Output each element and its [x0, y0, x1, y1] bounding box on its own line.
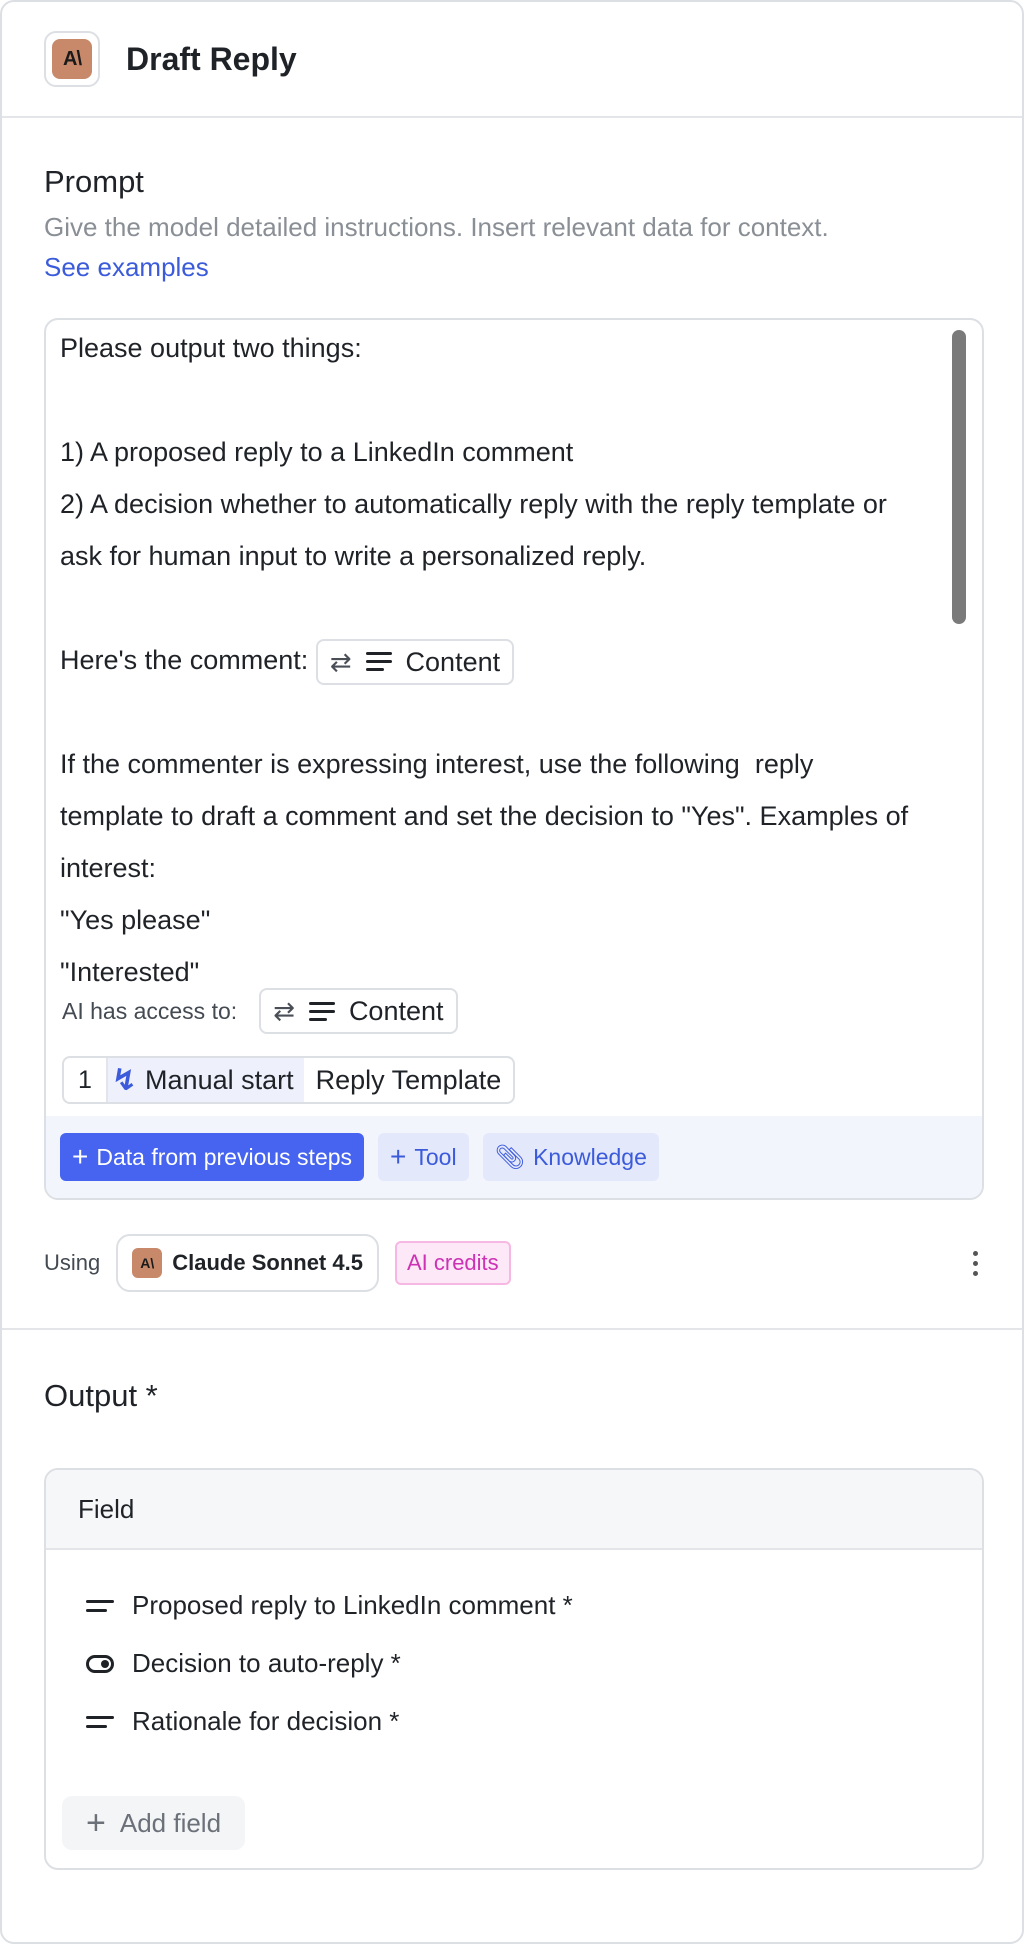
model-name: Claude Sonnet 4.5	[172, 1250, 363, 1275]
comment-label: Here's the comment:	[60, 645, 316, 675]
manual-start-row: 1 ↯ Manual start Reply Template	[62, 1056, 516, 1104]
comment-variable-chip[interactable]: ⇄ Content	[315, 638, 515, 685]
step-number: 1	[64, 1058, 108, 1102]
field-label: Decision to auto-reply *	[132, 1648, 401, 1678]
knowledge-button[interactable]: 📎︎ Knowledge	[482, 1133, 659, 1181]
using-label: Using	[44, 1250, 101, 1275]
prompt-line: 1) A proposed reply to a LinkedIn commen…	[60, 437, 574, 467]
prompt-line: interest:	[60, 853, 157, 883]
prompt-line: 2) A decision whether to automatically r…	[60, 489, 887, 519]
prompt-editor[interactable]: Please output two things: 1) A proposed …	[44, 318, 984, 1200]
editor-scrollbar[interactable]	[952, 330, 966, 624]
prompt-line	[60, 582, 960, 634]
prompt-text-area[interactable]: Please output two things: 1) A proposed …	[60, 322, 960, 990]
see-examples-link[interactable]: See examples	[44, 252, 209, 283]
model-selector[interactable]: A\ Claude Sonnet 4.5	[116, 1234, 379, 1292]
manual-start-step: ↯ Manual start	[107, 1058, 304, 1102]
text-field-icon	[86, 1599, 114, 1612]
prompt-line: ask for human input to write a personali…	[60, 541, 647, 571]
prompt-section: Prompt Give the model detailed instructi…	[2, 118, 1022, 1330]
text-field-icon	[86, 1715, 114, 1728]
add-field-button[interactable]: + Add field	[62, 1796, 246, 1850]
repeat-icon: ⇄	[329, 646, 352, 677]
prompt-line: template to draft a comment and set the …	[60, 801, 909, 831]
ai-credits-badge: AI credits	[394, 1241, 511, 1285]
prompt-line	[60, 374, 960, 426]
app-icon: A\	[44, 31, 100, 87]
ai-access-label: AI has access to:	[62, 997, 238, 1024]
comment-chip-label: Content	[405, 646, 501, 677]
knowledge-button-label: Knowledge	[533, 1143, 647, 1170]
manual-start-label: Manual start	[145, 1064, 294, 1095]
prompt-title: Prompt	[44, 164, 144, 199]
reply-template-field: Reply Template	[315, 1064, 502, 1095]
prompt-line: "Yes please"	[60, 905, 211, 935]
prompt-line: "Interested"	[60, 957, 200, 987]
prompt-line: If the commenter is expressing interest,…	[60, 749, 814, 779]
add-tool-button[interactable]: + Tool	[378, 1133, 469, 1181]
field-label: Rationale for decision *	[132, 1706, 400, 1736]
access-content-chip[interactable]: ⇄ Content	[259, 988, 458, 1034]
panel-title: Draft Reply	[126, 40, 297, 77]
more-options-icon[interactable]	[973, 1250, 978, 1276]
plus-icon: +	[390, 1141, 407, 1172]
paperclip-icon: 📎︎	[494, 1143, 526, 1171]
add-field-label: Add field	[119, 1807, 222, 1838]
text-lines-icon	[308, 1001, 335, 1021]
table-header-field: Field	[46, 1470, 982, 1550]
data-button-label: Data from previous steps	[96, 1143, 353, 1170]
output-title: Output *	[44, 1378, 158, 1413]
output-fields-table: Field Proposed reply to LinkedIn comment…	[44, 1468, 984, 1870]
text-lines-icon	[365, 652, 392, 672]
access-chip-label: Content	[348, 995, 444, 1026]
anthropic-logo-icon: A\	[132, 1248, 163, 1278]
manual-start-chip[interactable]: 1 ↯ Manual start Reply Template	[62, 1056, 516, 1104]
model-row: Using A\ Claude Sonnet 4.5 AI credits	[44, 1234, 984, 1292]
toggle-field-icon	[86, 1654, 114, 1673]
tool-button-label: Tool	[414, 1143, 457, 1170]
repeat-icon: ⇄	[273, 996, 295, 1026]
data-from-previous-steps-button[interactable]: + Data from previous steps	[60, 1133, 365, 1181]
plus-icon: +	[72, 1141, 89, 1172]
prompt-line: Please output two things:	[60, 333, 362, 363]
ai-access-row: AI has access to: ⇄ Content	[62, 988, 458, 1034]
panel-header: A\ Draft Reply	[2, 2, 1022, 118]
output-field-row[interactable]: Rationale for decision *	[86, 1706, 399, 1737]
output-field-row[interactable]: Decision to auto-reply *	[86, 1648, 401, 1679]
draft-reply-panel: A\ Draft Reply Prompt Give the model det…	[0, 0, 1024, 1944]
prompt-line-comment: Here's the comment: ⇄ Content	[60, 634, 960, 686]
editor-toolbar: + Data from previous steps + Tool 📎︎ Kno…	[46, 1116, 982, 1198]
field-label: Proposed reply to LinkedIn comment *	[132, 1590, 573, 1620]
manual-start-icon: ↯	[111, 1063, 138, 1097]
prompt-line	[60, 686, 960, 738]
prompt-description: Give the model detailed instructions. In…	[44, 212, 829, 242]
plus-icon: +	[86, 1804, 106, 1842]
output-field-row[interactable]: Proposed reply to LinkedIn comment *	[86, 1590, 573, 1621]
anthropic-logo-icon: A\	[52, 39, 92, 79]
